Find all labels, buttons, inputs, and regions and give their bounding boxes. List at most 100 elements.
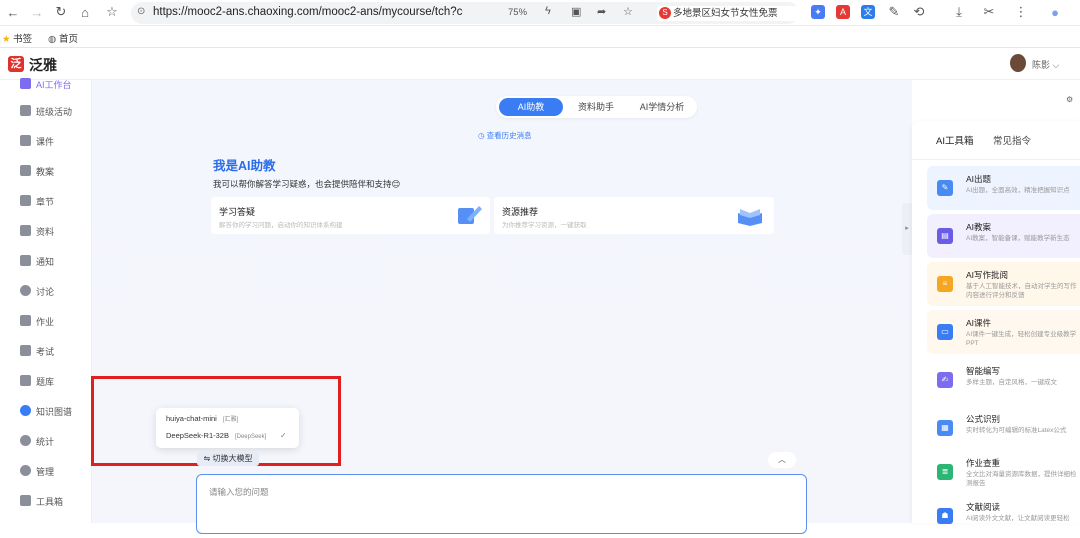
divider xyxy=(912,159,1080,160)
download-icon[interactable]: ⤓ xyxy=(950,3,968,21)
app-header: 泛 泛雅 陈影 ⌵ xyxy=(0,48,1080,80)
sidebar-item-notice[interactable]: 通知 xyxy=(0,251,92,271)
clock-icon: ◷ xyxy=(478,131,485,140)
tool-plagiarism-check[interactable]: ≣ 作业查重 全文比对海量资源库数据，提供详细检测报告 xyxy=(927,450,1080,494)
extension-ai-icon[interactable]: ✦ xyxy=(811,5,825,19)
chevron-right-icon: ▸ xyxy=(905,225,909,232)
bookmarks-bar: ★ 书签 ◍ 首页 xyxy=(0,26,1080,48)
sidebar-item-exam[interactable]: 考试 xyxy=(0,341,92,361)
card-resource-recommend[interactable]: 资源推荐 为你推荐学习资源，一键获取 xyxy=(494,197,774,234)
url-text[interactable]: https://mooc2-ans.chaoxing.com/mooc2-ans… xyxy=(153,6,463,18)
sidebar-item-question-bank[interactable]: 题库 xyxy=(0,371,92,391)
sidebar-item-toolbox[interactable]: 工具箱 xyxy=(0,491,92,511)
exam-icon xyxy=(20,345,31,356)
menu-icon[interactable]: ⋮ xyxy=(1012,3,1030,21)
tool-literature-reading[interactable]: ☗ 文献阅读 AI阅读外文文献，让文献阅读更轻松 xyxy=(927,494,1080,538)
panel-toggle[interactable]: ▸ xyxy=(902,203,912,255)
swap-icon: ⇋ xyxy=(203,454,211,463)
writing-icon: ≡ xyxy=(937,276,953,292)
screenshot-icon[interactable]: ✂ xyxy=(980,3,998,21)
ai-icon xyxy=(20,78,31,89)
bookmark-item[interactable]: ★ 书签 xyxy=(2,31,32,45)
tool-ai-courseware[interactable]: ▭ AI课件 AI课件一键生成，轻松创建专业级教学PPT xyxy=(927,310,1080,354)
toolbox-icon xyxy=(20,495,31,506)
tool-ai-question[interactable]: ✎ AI出题 AI出题，全面高效，精准把握知识点 xyxy=(927,166,1080,210)
sidebar-item-lesson-plan[interactable]: 教案 xyxy=(0,161,92,181)
page-title: 我是AI助教 xyxy=(213,159,276,173)
logo-icon: 泛 xyxy=(8,56,24,72)
tab-ai-toolbox[interactable]: AI工具箱 xyxy=(936,133,973,147)
favorite-icon[interactable]: ☆ xyxy=(623,5,633,18)
tool-ai-lesson-plan[interactable]: ▤ AI教案 AI教案，智能备课，赋能教学新生态 xyxy=(927,214,1080,258)
history-link[interactable]: ◷ 查看历史消息 xyxy=(478,130,532,141)
tab-material-assistant[interactable]: 资料助手 xyxy=(564,98,628,116)
card-study-qa[interactable]: 学习答疑 解答你的学习问题，启动你的知识体系构建 xyxy=(211,197,490,234)
share-icon[interactable]: ➦ xyxy=(597,5,606,18)
tab-common-commands[interactable]: 常见指令 xyxy=(993,133,1031,147)
zoom-level[interactable]: 75% xyxy=(508,7,527,18)
tool-smart-writing[interactable]: ✍ 智能编写 多样主题，自定风格，一键成文 xyxy=(927,358,1080,402)
tab-ai-assistant[interactable]: AI助教 xyxy=(499,98,563,116)
grid-icon xyxy=(20,105,31,116)
check-doc-icon: ≣ xyxy=(937,464,953,480)
settings-button[interactable]: ⚙ xyxy=(1060,91,1080,109)
switch-model-button[interactable]: ⇋ 切换大模型 xyxy=(197,452,259,466)
bookmark-item[interactable]: ◍ 首页 xyxy=(48,31,78,45)
sidebar-item-chapters[interactable]: 章节 xyxy=(0,191,92,211)
star-icon: ★ xyxy=(2,34,11,45)
profile-icon[interactable]: ● xyxy=(1046,3,1064,21)
reader-icon[interactable]: ▣ xyxy=(571,5,581,18)
app-logo[interactable]: 泛雅 xyxy=(29,55,57,75)
back-icon[interactable]: ← xyxy=(4,3,22,21)
avatar[interactable] xyxy=(1010,54,1026,72)
list-icon xyxy=(20,195,31,206)
file-icon xyxy=(20,135,31,146)
question-icon: ✎ xyxy=(937,180,953,196)
pen-icon xyxy=(458,206,482,224)
page-description: 我可以帮你解答学习疑惑，也会提供陪伴和支持😊 xyxy=(213,179,401,189)
sidebar-item-manage[interactable]: 管理 xyxy=(0,461,92,481)
lightning-icon[interactable]: ϟ xyxy=(545,5,551,17)
collapse-button[interactable]: ︿ xyxy=(768,452,796,468)
input-placeholder: 请输入您的问题 xyxy=(209,487,269,497)
edit-icon xyxy=(20,315,31,326)
graph-icon xyxy=(20,405,31,416)
address-bar[interactable]: ⊙ https://mooc2-ans.chaoxing.com/mooc2-a… xyxy=(131,2,801,24)
sidebar-item-courseware[interactable]: 课件 xyxy=(0,131,92,151)
ai-toolbox-panel: AI工具箱 常见指令 ✎ AI出题 AI出题，全面高效，精准把握知识点 ▤ AI… xyxy=(912,121,1080,524)
formula-icon: ▦ xyxy=(937,420,953,436)
sidebar-item-discussion[interactable]: 讨论 xyxy=(0,281,92,301)
book-icon xyxy=(738,209,762,226)
tab-learning-analysis[interactable]: AI学情分析 xyxy=(629,98,695,116)
gear-icon xyxy=(20,465,31,476)
pen-tool-icon[interactable]: ✎ xyxy=(885,3,903,21)
tool-formula-recognition[interactable]: ▦ 公式识别 实时转化为可编辑的标准Latex公式 xyxy=(927,406,1080,450)
mode-tabs: AI助教 资料助手 AI学情分析 xyxy=(496,96,697,118)
sidebar-item-materials[interactable]: 资料 xyxy=(0,221,92,241)
tool-ai-writing-review[interactable]: ≡ AI写作批阅 基于人工智能技术，自动对学生的写作内容进行评分和反馈 xyxy=(927,262,1080,306)
home-icon[interactable]: ⌂ xyxy=(76,3,94,21)
extension-pdf-icon[interactable]: A xyxy=(836,5,850,19)
search-engine-icon: S xyxy=(659,7,671,19)
bookmark-star-icon[interactable]: ☆ xyxy=(103,3,121,21)
sidebar-item-ai-workbench[interactable]: AI工作台 xyxy=(0,74,92,94)
sidebar-item-statistics[interactable]: 统计 xyxy=(0,431,92,451)
history-icon[interactable]: ⟲ xyxy=(910,3,928,21)
news-search-box[interactable]: S 多地景区妇女节女性免票 xyxy=(657,6,801,21)
forward-icon[interactable]: → xyxy=(28,3,46,21)
sidebar-item-class-activity[interactable]: 班级活动 xyxy=(0,101,92,121)
gear-icon: ⚙ xyxy=(1066,95,1074,104)
extension-translate-icon[interactable]: 文 xyxy=(861,5,875,19)
sidebar-item-homework[interactable]: 作业 xyxy=(0,311,92,331)
reading-icon: ☗ xyxy=(937,508,953,524)
site-info-icon[interactable]: ⊙ xyxy=(137,6,145,17)
sidebar-item-knowledge-graph[interactable]: 知识图谱 xyxy=(0,401,92,421)
doc-icon xyxy=(20,165,31,176)
globe-icon: ◍ xyxy=(48,34,57,45)
smart-write-icon: ✍ xyxy=(937,372,953,388)
sidebar: AI工作台 班级活动 课件 教案 章节 资料 通知 讨论 作业 考试 题库 知识… xyxy=(0,78,92,523)
question-input[interactable]: 请输入您的问题 xyxy=(196,474,807,534)
chevron-up-icon: ︿ xyxy=(778,455,786,464)
user-name[interactable]: 陈影 ⌵ xyxy=(1032,58,1059,71)
reload-icon[interactable]: ↻ xyxy=(52,3,70,21)
